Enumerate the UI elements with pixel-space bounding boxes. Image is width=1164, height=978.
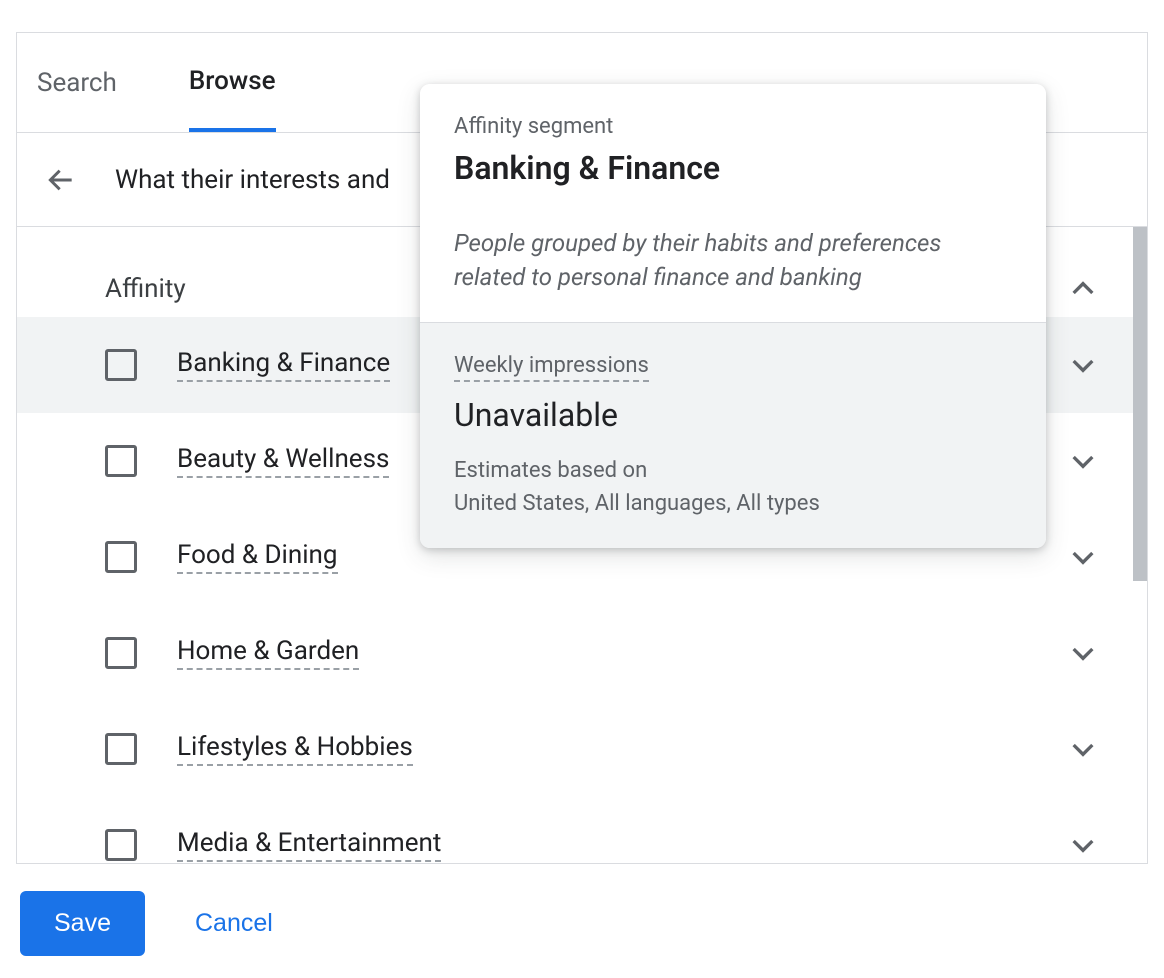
row-label: Media & Entertainment: [177, 828, 441, 862]
back-arrow-icon[interactable]: [45, 164, 77, 196]
chevron-down-icon: [1067, 445, 1099, 477]
segment-popover: Affinity segment Banking & Finance Peopl…: [420, 84, 1046, 548]
cancel-button[interactable]: Cancel: [195, 909, 273, 938]
popover-eyebrow: Affinity segment: [454, 114, 1012, 139]
list-row[interactable]: Lifestyles & Hobbies: [17, 701, 1147, 797]
checkbox[interactable]: [105, 349, 137, 381]
scrollbar-track[interactable]: [1133, 227, 1147, 863]
impressions-label: Weekly impressions: [454, 353, 649, 382]
checkbox[interactable]: [105, 637, 137, 669]
popover-description: People grouped by their habits and prefe…: [454, 227, 1012, 294]
footer: Save Cancel: [0, 868, 1164, 978]
chevron-down-icon: [1067, 349, 1099, 381]
checkbox[interactable]: [105, 445, 137, 477]
impressions-value: Unavailable: [454, 396, 1012, 434]
chevron-down-icon: [1067, 733, 1099, 765]
popover-bottom: Weekly impressions Unavailable Estimates…: [420, 322, 1046, 548]
scrollbar-thumb[interactable]: [1133, 227, 1147, 581]
estimates-label: Estimates based on: [454, 458, 1012, 483]
chevron-down-icon: [1067, 541, 1099, 573]
checkbox[interactable]: [105, 541, 137, 573]
row-label: Beauty & Wellness: [177, 444, 389, 478]
chevron-down-icon: [1067, 637, 1099, 669]
checkbox[interactable]: [105, 733, 137, 765]
breadcrumb: What their interests and: [115, 165, 390, 195]
row-label: Banking & Finance: [177, 348, 390, 382]
list-row[interactable]: Home & Garden: [17, 605, 1147, 701]
row-label: Lifestyles & Hobbies: [177, 732, 413, 766]
row-label: Food & Dining: [177, 540, 338, 574]
chevron-down-icon: [1067, 829, 1099, 861]
section-title: Affinity: [61, 266, 186, 304]
tab-browse[interactable]: Browse: [189, 33, 276, 132]
popover-top: Affinity segment Banking & Finance Peopl…: [420, 84, 1046, 322]
checkbox[interactable]: [105, 829, 137, 861]
list-row[interactable]: Media & Entertainment: [17, 797, 1147, 863]
save-button[interactable]: Save: [20, 891, 145, 956]
popover-title: Banking & Finance: [454, 149, 1012, 187]
chevron-up-icon: [1067, 273, 1099, 305]
tab-search[interactable]: Search: [37, 33, 117, 132]
row-label: Home & Garden: [177, 636, 359, 670]
estimates-value: United States, All languages, All types: [454, 491, 1012, 516]
